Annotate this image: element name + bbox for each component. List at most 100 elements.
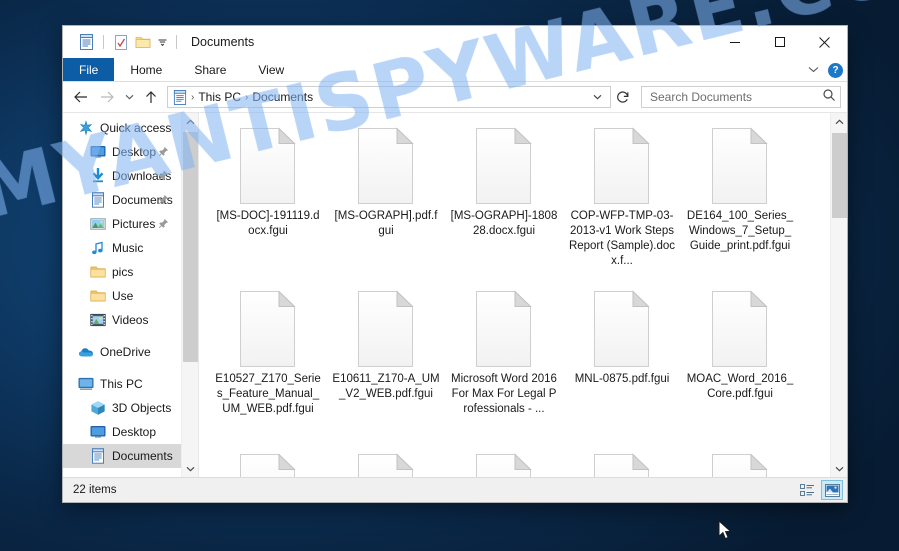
tab-share[interactable]: Share (178, 58, 242, 81)
file-list-pane: [MS-DOC]-191119.docx.fgui [MS-OGRAPH].pdf… (199, 113, 847, 477)
tab-home[interactable]: Home (114, 58, 178, 81)
file-name-label: DE164_100_Series_Windows_7_Setup_Guide_p… (686, 210, 794, 252)
files-scroll-track[interactable] (831, 130, 848, 460)
details-view-button[interactable] (796, 480, 818, 500)
pin-icon[interactable] (158, 170, 169, 184)
sidebar-item-this-pc[interactable]: This PC (63, 372, 181, 396)
sidebar-item-desktop[interactable]: Desktop (63, 140, 181, 164)
close-button[interactable] (802, 26, 847, 58)
breadcrumb-documents[interactable]: Documents (249, 90, 316, 104)
sidebar-item-quick-access[interactable]: Quick access (63, 116, 181, 140)
file-explorer-window: Documents File Home Share View ? › This … (62, 25, 848, 503)
recent-locations-icon[interactable] (121, 85, 137, 109)
chevron-down-icon[interactable] (806, 65, 820, 75)
large-icons-view-button[interactable] (821, 480, 843, 500)
documents-icon[interactable] (75, 31, 97, 53)
file-tile[interactable]: [MS-DOC]-191119.docx.fgui (209, 119, 327, 282)
documents-icon (89, 448, 106, 464)
sidebar-item-pictures[interactable]: Pictures (63, 212, 181, 236)
quick-access-toolbar: Documents (63, 31, 254, 53)
sidebar-item-downloads[interactable]: Downloads (63, 164, 181, 188)
pin-icon[interactable] (158, 194, 169, 208)
address-bar[interactable]: › This PC › Documents (167, 86, 611, 108)
properties-icon[interactable] (110, 31, 132, 53)
forward-button[interactable] (95, 85, 119, 109)
sidebar-item-pics[interactable]: pics (63, 260, 181, 284)
file-tile[interactable]: Microsoft Word 2016 For Max For Legal Pr… (445, 282, 563, 445)
back-button[interactable] (69, 85, 93, 109)
sidebar-item-onedrive[interactable]: OneDrive (63, 340, 181, 364)
file-tile[interactable]: COP-WFP-TMP-03-2013-v1 Work Steps Report… (563, 119, 681, 282)
pin-icon[interactable] (158, 146, 169, 160)
scroll-track[interactable] (182, 130, 199, 460)
search-icon[interactable] (822, 88, 836, 107)
file-tile[interactable]: [MS-OGRAPH]-180828.docx.fgui (445, 119, 563, 282)
file-tile[interactable]: MOAC_Word_2016_Core.pdf.fgui (681, 282, 799, 445)
file-tile[interactable]: E10527_Z170_Series_Feature_Manual_UM_WEB… (209, 282, 327, 445)
sidebar-item-label: Desktop (112, 145, 157, 159)
sidebar-item-label: Desktop (112, 425, 157, 439)
blank-document-icon (592, 453, 652, 477)
documents-breadcrumb-icon (172, 89, 188, 105)
sidebar-item-music[interactable]: Music (63, 236, 181, 260)
sidebar-item-documents[interactable]: Documents (63, 188, 181, 212)
thispc-icon (77, 376, 94, 392)
window-controls (712, 26, 847, 58)
file-tile[interactable] (327, 445, 445, 477)
refresh-button[interactable] (613, 86, 633, 108)
sidebar-item-label: pics (112, 265, 134, 279)
maximize-button[interactable] (757, 26, 802, 58)
file-name-label: MOAC_Word_2016_Core.pdf.fgui (686, 373, 794, 400)
blank-document-icon (238, 290, 298, 368)
sidebar-item-documents[interactable]: Documents (63, 444, 181, 468)
file-tile[interactable]: MNL-0875.pdf.fgui (563, 282, 681, 445)
address-bar-row: › This PC › Documents Search Documents (63, 82, 847, 112)
blank-document-icon (238, 453, 298, 477)
sidebar-item-videos[interactable]: Videos (63, 308, 181, 332)
file-tile[interactable] (445, 445, 563, 477)
up-button[interactable] (139, 85, 163, 109)
sidebar-item-label: Videos (112, 313, 149, 327)
files-scroll-up-arrow-icon[interactable] (831, 113, 848, 130)
scroll-thumb[interactable] (182, 132, 198, 362)
file-tile[interactable] (563, 445, 681, 477)
sidebar-item-3d-objects[interactable]: 3D Objects (63, 396, 181, 420)
file-tile[interactable] (681, 445, 799, 477)
files-scroll-down-arrow-icon[interactable] (831, 460, 848, 477)
tab-view[interactable]: View (242, 58, 300, 81)
pin-icon[interactable] (158, 218, 169, 232)
search-box[interactable]: Search Documents (641, 86, 841, 108)
desktop-icon (89, 424, 106, 440)
file-tile[interactable]: E10611_Z170-A_UM_V2_WEB.pdf.fgui (327, 282, 445, 445)
search-input[interactable]: Search Documents (650, 90, 822, 104)
navigation-pane-scrollbar[interactable] (181, 113, 198, 477)
sidebar-item-use[interactable]: Use (63, 284, 181, 308)
address-dropdown-icon[interactable] (587, 92, 608, 102)
desktop-icon (89, 144, 106, 160)
file-tile[interactable]: DE164_100_Series_Windows_7_Setup_Guide_p… (681, 119, 799, 282)
pictures-icon (89, 216, 106, 232)
file-tile[interactable]: [MS-OGRAPH].pdf.fgui (327, 119, 445, 282)
mouse-cursor (718, 519, 734, 547)
blank-document-icon (592, 127, 652, 205)
ribbon-tab-strip: File Home Share View ? (63, 58, 847, 82)
folder-icon (89, 264, 106, 280)
navigation-pane: Quick access Desktop Downloads Documents Pic… (63, 113, 199, 477)
file-list-scrollbar[interactable] (830, 113, 847, 477)
files-scroll-thumb[interactable] (831, 133, 847, 218)
sidebar-item-label: This PC (100, 377, 143, 391)
view-mode-buttons (796, 480, 843, 500)
minimize-button[interactable] (712, 26, 757, 58)
breadcrumb-this-pc[interactable]: This PC (195, 90, 244, 104)
navigation-tree: Quick access Desktop Downloads Documents Pic… (63, 113, 181, 477)
help-icon[interactable]: ? (828, 62, 843, 78)
customize-caret-icon[interactable] (154, 33, 170, 51)
scroll-down-arrow-icon[interactable] (182, 460, 199, 477)
tab-file[interactable]: File (63, 58, 115, 81)
blank-document-icon (592, 290, 652, 368)
scroll-up-arrow-icon[interactable] (182, 113, 199, 130)
new-folder-icon[interactable] (132, 31, 154, 53)
sidebar-item-desktop[interactable]: Desktop (63, 420, 181, 444)
title-bar: Documents (63, 26, 847, 58)
file-tile[interactable] (209, 445, 327, 477)
